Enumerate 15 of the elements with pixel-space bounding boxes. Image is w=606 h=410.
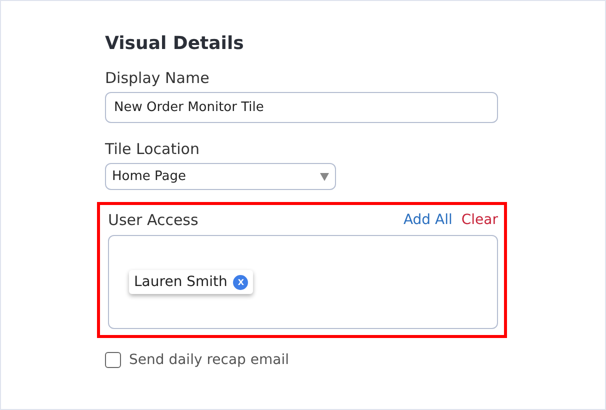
checkbox-label: Send daily recap email xyxy=(129,352,289,368)
user-access-field[interactable]: Lauren Smith x xyxy=(108,235,498,329)
user-name: Lauren Smith xyxy=(134,274,228,290)
field-label: Display Name xyxy=(105,69,210,87)
caret-icon xyxy=(320,172,329,180)
display-name-field[interactable]: New Order Monitor Tile xyxy=(105,92,498,123)
checkbox[interactable] xyxy=(105,352,121,368)
add-all-link[interactable]: Add All xyxy=(403,212,452,228)
clear-link[interactable]: Clear xyxy=(461,212,498,228)
section-heading: Visual Details xyxy=(105,33,245,54)
field-label: Tile Location xyxy=(105,140,200,158)
field-label: User Access xyxy=(108,211,198,229)
tile-location-dropdown[interactable]: Home Page xyxy=(105,163,336,190)
remove-button[interactable]: x xyxy=(233,274,248,290)
dropdown-value: Home Page xyxy=(112,169,186,184)
